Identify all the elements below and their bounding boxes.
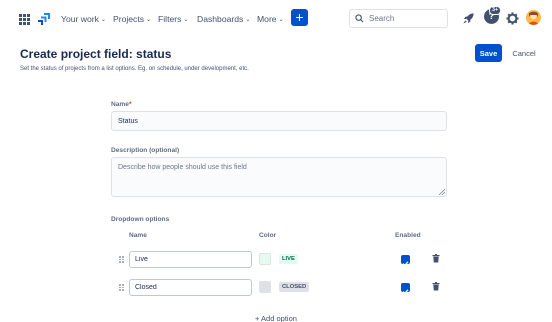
drag-handle-icon[interactable]: [119, 256, 124, 263]
chevron-down-icon: ⌄: [278, 17, 284, 23]
description-field-label: Description (optional): [111, 147, 180, 154]
chevron-down-icon: ⌄: [100, 17, 106, 23]
avatar[interactable]: [526, 10, 541, 25]
gear-icon[interactable]: [506, 12, 519, 25]
dropdown-options-label: Dropdown options: [111, 216, 170, 223]
option-name-input[interactable]: [129, 279, 252, 296]
nav-filters[interactable]: Filters ⌄: [158, 14, 188, 24]
enabled-checkbox[interactable]: [401, 283, 410, 295]
help-button[interactable]: ? 3+: [484, 6, 502, 25]
nav-projects-label: Projects: [113, 14, 145, 24]
notification-badge: 3+: [489, 6, 502, 15]
name-field-label: Name*: [111, 101, 132, 108]
chevron-down-icon: ⌄: [183, 17, 189, 23]
enabled-checkbox[interactable]: [401, 255, 410, 267]
trash-icon[interactable]: [432, 254, 440, 263]
chevron-down-icon: ⌄: [146, 17, 152, 23]
top-navigation: Your work ⌄ Projects ⌄ Filters ⌄ Dashboards…: [0, 0, 552, 40]
required-mark: *: [128, 101, 132, 108]
column-header-color: Color: [259, 232, 277, 239]
status-lozenge: CLOSED: [279, 282, 310, 292]
apps-icon[interactable]: [19, 14, 30, 25]
search-input[interactable]: [349, 9, 448, 28]
status-lozenge: LIVE: [279, 254, 298, 264]
column-header-name: Name: [129, 232, 147, 239]
chevron-down-icon: ⌄: [245, 17, 251, 23]
nav-dashboards-label: Dashboards: [197, 14, 244, 24]
nav-filters-label: Filters: [158, 14, 182, 24]
nav-your-work-label: Your work: [61, 14, 99, 24]
checkmark-icon: [402, 289, 409, 295]
description-field[interactable]: [111, 157, 447, 197]
drag-handle-icon[interactable]: [119, 284, 124, 291]
color-swatch[interactable]: [259, 253, 271, 265]
trash-icon[interactable]: [432, 282, 440, 291]
option-name-input[interactable]: [129, 251, 252, 268]
column-header-enabled: Enabled: [395, 232, 421, 239]
color-swatch[interactable]: [259, 281, 271, 293]
name-field[interactable]: [111, 111, 447, 131]
nav-dashboards[interactable]: Dashboards ⌄: [197, 14, 250, 24]
nav-your-work[interactable]: Your work ⌄: [61, 14, 106, 24]
jira-logo-icon[interactable]: [37, 12, 51, 26]
rocket-icon[interactable]: [462, 12, 475, 25]
nav-more[interactable]: More ⌄: [257, 14, 284, 24]
nav-more-label: More: [257, 14, 277, 24]
save-button[interactable]: Save: [475, 44, 502, 62]
create-button[interactable]: +: [291, 9, 308, 26]
page-title: Create project field: status: [20, 47, 172, 61]
resize-handle-icon[interactable]: [439, 189, 445, 195]
checkmark-icon: [402, 261, 409, 267]
page-subtitle: Set the status of projects from a list o…: [20, 66, 249, 72]
name-label-text: Name: [111, 101, 129, 108]
avatar-face-icon: [526, 10, 541, 25]
add-option-button[interactable]: + Add option: [255, 314, 297, 322]
nav-projects[interactable]: Projects ⌄: [113, 14, 151, 24]
cancel-button[interactable]: Cancel: [506, 44, 542, 62]
